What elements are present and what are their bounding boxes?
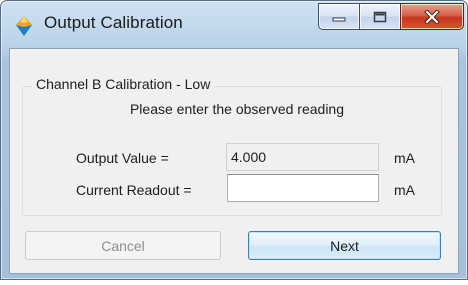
close-button[interactable]	[400, 3, 464, 30]
title-bar[interactable]: Output Calibration	[1, 1, 467, 48]
maximize-icon	[373, 11, 387, 22]
output-value-label: Output Value =	[76, 150, 169, 166]
caption-buttons	[318, 3, 464, 30]
output-value-unit: mA	[394, 150, 415, 166]
current-readout-label: Current Readout =	[76, 182, 192, 198]
groupbox-title: Channel B Calibration - Low	[32, 76, 215, 92]
current-readout-unit: mA	[394, 182, 415, 198]
app-icon	[16, 16, 32, 36]
close-icon	[424, 9, 440, 24]
maximize-button[interactable]	[359, 3, 401, 30]
minimize-button[interactable]	[318, 3, 360, 30]
instruction-text: Please enter the observed reading	[129, 101, 345, 117]
next-button[interactable]: Next	[248, 231, 441, 260]
cancel-button[interactable]: Cancel	[25, 231, 221, 260]
minimize-icon	[332, 17, 346, 21]
output-value-field: 4.000	[226, 143, 379, 171]
current-readout-input[interactable]	[227, 174, 379, 202]
window-title: Output Calibration	[44, 13, 183, 32]
